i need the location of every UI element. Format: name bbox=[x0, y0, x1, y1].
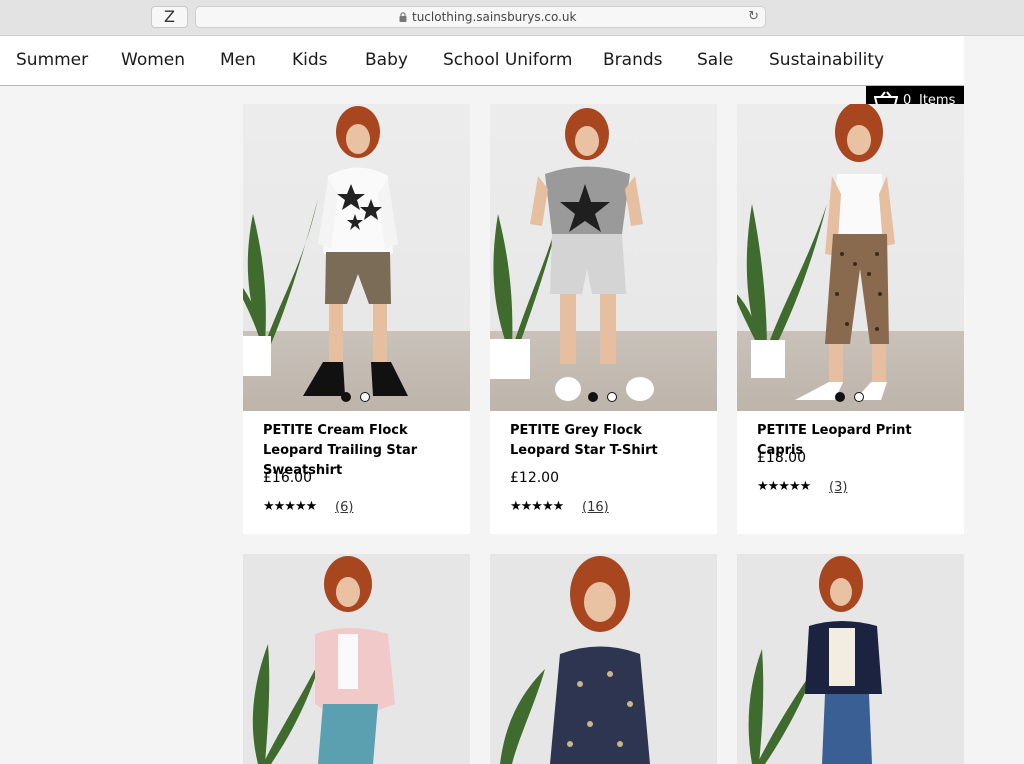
nav-item-women[interactable]: Women bbox=[121, 50, 185, 70]
star-rating: ★★★★★ bbox=[510, 499, 564, 514]
nav-item-baby[interactable]: Baby bbox=[365, 50, 408, 70]
carousel-dot-active[interactable] bbox=[341, 392, 351, 402]
address-bar[interactable]: tuclothing.sainsburys.co.uk ↻ bbox=[195, 6, 766, 28]
reload-icon[interactable]: ↻ bbox=[748, 9, 759, 24]
image-carousel-dots[interactable] bbox=[835, 392, 869, 404]
browser-toolbar: Z tuclothing.sainsburys.co.uk ↻ bbox=[0, 0, 1024, 36]
product-title[interactable]: PETITE Grey Flock Leopard Star T-Shirt bbox=[510, 421, 705, 461]
product-price: £16.00 bbox=[263, 470, 312, 486]
review-count-link[interactable]: (6) bbox=[335, 500, 353, 515]
main-nav: Summer Women Men Kids Baby School Unifor… bbox=[0, 36, 964, 86]
star-rating: ★★★★★ bbox=[757, 479, 811, 494]
image-carousel-dots[interactable] bbox=[341, 392, 375, 404]
product-price: £12.00 bbox=[510, 470, 559, 486]
nav-item-sustainability[interactable]: Sustainability bbox=[769, 50, 884, 70]
product-card[interactable]: PETITE Grey Flock Leopard Star T-Shirt £… bbox=[490, 104, 717, 534]
product-card[interactable]: PETITE Cream Flock Leopard Trailing Star… bbox=[243, 104, 470, 534]
tab-button[interactable]: Z bbox=[151, 6, 188, 28]
product-image[interactable] bbox=[737, 554, 964, 764]
review-count-link[interactable]: (3) bbox=[829, 480, 847, 495]
product-image[interactable] bbox=[490, 554, 717, 764]
nav-item-brands[interactable]: Brands bbox=[603, 50, 663, 70]
product-image[interactable] bbox=[737, 104, 964, 411]
product-image[interactable] bbox=[490, 104, 717, 411]
url-text: tuclothing.sainsburys.co.uk bbox=[412, 10, 577, 24]
nav-item-school-uniform[interactable]: School Uniform bbox=[443, 50, 572, 70]
product-card[interactable]: PETITE Leopard Print Capris £18.00 ★★★★★… bbox=[737, 104, 964, 534]
lock-icon bbox=[399, 12, 407, 22]
nav-item-kids[interactable]: Kids bbox=[292, 50, 328, 70]
carousel-dot[interactable] bbox=[360, 392, 370, 402]
product-image[interactable] bbox=[243, 554, 470, 764]
nav-item-summer[interactable]: Summer bbox=[16, 50, 88, 70]
carousel-dot-active[interactable] bbox=[835, 392, 845, 402]
star-rating: ★★★★★ bbox=[263, 499, 317, 514]
image-carousel-dots[interactable] bbox=[588, 392, 622, 404]
product-image[interactable] bbox=[243, 104, 470, 411]
nav-item-men[interactable]: Men bbox=[220, 50, 256, 70]
carousel-dot[interactable] bbox=[854, 392, 864, 402]
review-count-link[interactable]: (16) bbox=[582, 500, 609, 515]
carousel-dot[interactable] bbox=[607, 392, 617, 402]
product-price: £18.00 bbox=[757, 450, 806, 466]
carousel-dot-active[interactable] bbox=[588, 392, 598, 402]
product-card[interactable] bbox=[737, 554, 964, 764]
product-card[interactable] bbox=[490, 554, 717, 764]
product-card[interactable] bbox=[243, 554, 470, 764]
nav-item-sale[interactable]: Sale bbox=[697, 50, 733, 70]
